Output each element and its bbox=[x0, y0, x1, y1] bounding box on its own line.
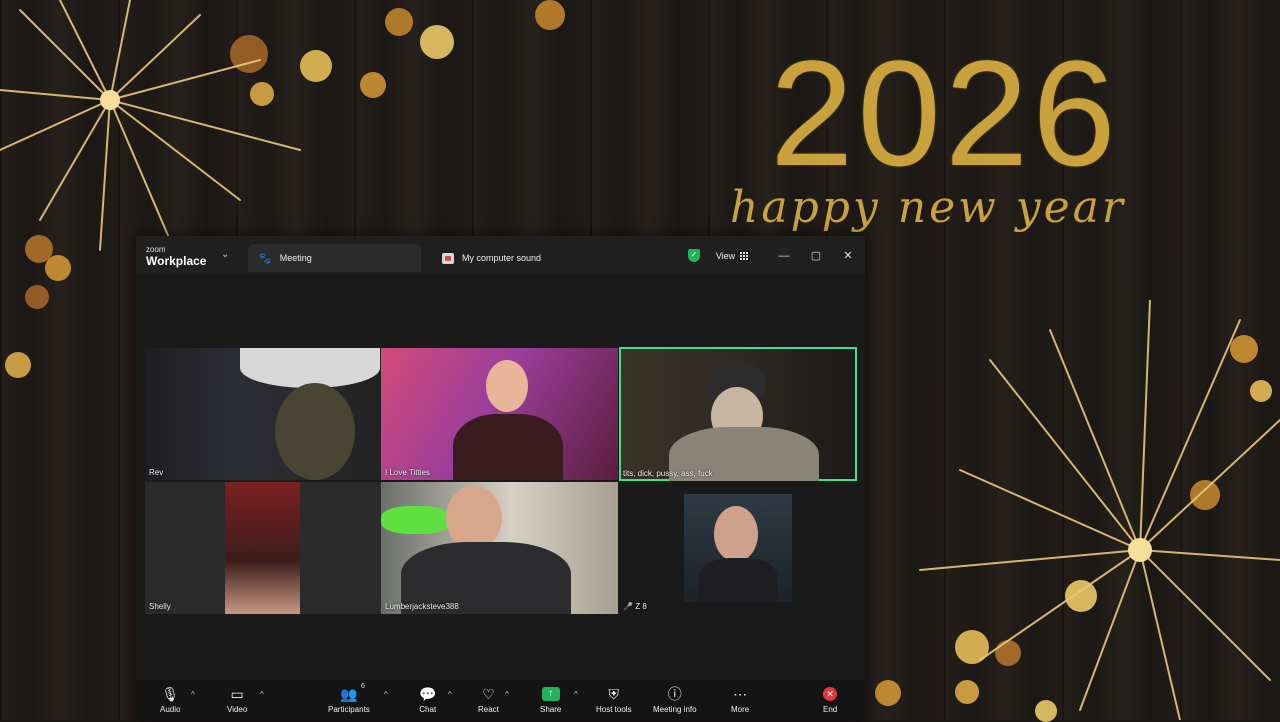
chevron-down-icon[interactable]: ⌄ bbox=[221, 249, 229, 260]
meeting-toolbar: 🎙 Audio ^ ▭ Video ^ 👥 6 Participants ^ 💬… bbox=[136, 680, 865, 720]
participant-video bbox=[381, 506, 451, 534]
participant-video bbox=[225, 482, 300, 614]
participant-name: Lumberjacksteve388 bbox=[385, 602, 459, 611]
video-label: Video bbox=[227, 705, 248, 714]
tab-computer-sound[interactable]: My computer sound bbox=[432, 244, 612, 272]
participant-video bbox=[699, 558, 777, 602]
muted-mic-icon: 🎤 bbox=[623, 602, 633, 611]
end-button[interactable]: ✕ End bbox=[823, 685, 837, 719]
shield-icon: ⛨ bbox=[608, 686, 620, 702]
share-screen-icon: ↑ bbox=[541, 687, 560, 701]
paw-icon: 🐾 bbox=[258, 252, 272, 265]
bokeh-light bbox=[360, 72, 386, 98]
firework-top-left bbox=[0, 0, 301, 251]
brand-big: Workplace bbox=[146, 254, 207, 268]
chat-options-caret[interactable]: ^ bbox=[448, 690, 452, 699]
participant-name: I Love Titties bbox=[385, 468, 430, 477]
microphone-icon: 🎙 bbox=[161, 686, 180, 702]
end-label: End bbox=[823, 705, 838, 714]
react-label: React bbox=[478, 705, 499, 714]
audio-label: Audio bbox=[160, 705, 181, 714]
participant-video bbox=[275, 383, 355, 480]
greeting-text: happy new year bbox=[730, 182, 1126, 233]
bokeh-light bbox=[5, 352, 31, 378]
close-button[interactable]: ✕ bbox=[837, 246, 859, 266]
video-tile[interactable]: Shelly bbox=[145, 482, 381, 614]
react-button[interactable]: ♡ React bbox=[478, 685, 499, 719]
react-options-caret[interactable]: ^ bbox=[505, 690, 509, 699]
security-shield-icon[interactable]: ✓ bbox=[688, 249, 700, 262]
participants-icon: 👥 bbox=[340, 686, 358, 702]
zoom-window: zoom Workplace ⌄ 🐾 Meeting My computer s… bbox=[136, 236, 865, 720]
chat-label: Chat bbox=[419, 705, 437, 714]
participant-video bbox=[240, 348, 380, 388]
year-title: 2026 bbox=[770, 29, 1120, 197]
participants-options-caret[interactable]: ^ bbox=[384, 690, 388, 699]
video-button[interactable]: ▭ Video bbox=[227, 685, 247, 719]
meeting-info-label: Meeting info bbox=[653, 705, 697, 714]
participant-video bbox=[486, 360, 528, 412]
tab-meeting[interactable]: 🐾 Meeting bbox=[248, 244, 421, 272]
camera-icon: ▭ bbox=[230, 686, 244, 702]
participant-name: Shelly bbox=[149, 602, 171, 611]
video-tile[interactable]: I Love Titties bbox=[381, 348, 618, 480]
meeting-info-button[interactable]: ⓘ Meeting info bbox=[653, 685, 697, 719]
participants-button[interactable]: 👥 6 Participants bbox=[328, 683, 370, 719]
chat-icon: 💬 bbox=[419, 686, 437, 702]
participant-video bbox=[714, 506, 758, 562]
bokeh-light bbox=[875, 680, 901, 706]
tab-meeting-label: Meeting bbox=[279, 253, 312, 263]
more-icon: ⋯ bbox=[733, 686, 748, 702]
more-label: More bbox=[731, 705, 750, 714]
video-tile[interactable]: Lumberjacksteve388 bbox=[381, 482, 618, 614]
host-tools-label: Host tools bbox=[596, 705, 632, 714]
firework-bottom-right bbox=[919, 300, 1280, 720]
participants-label: Participants bbox=[328, 705, 370, 714]
video-tile[interactable]: Rev bbox=[145, 348, 381, 480]
bokeh-light bbox=[420, 25, 454, 59]
view-label: View bbox=[715, 251, 736, 261]
participants-count: 6 bbox=[361, 683, 365, 690]
share-button[interactable]: ↑ Share bbox=[540, 685, 561, 719]
maximize-button[interactable]: ▢ bbox=[805, 246, 827, 266]
bokeh-light bbox=[535, 0, 565, 30]
title-bar: zoom Workplace ⌄ 🐾 Meeting My computer s… bbox=[136, 236, 865, 274]
host-tools-button[interactable]: ⛨ Host tools bbox=[596, 685, 632, 719]
video-tile[interactable]: 🎤 Z 8 bbox=[619, 482, 857, 614]
participant-name: Rev bbox=[149, 468, 164, 477]
tab-sound-label: My computer sound bbox=[462, 253, 542, 263]
bokeh-light bbox=[25, 285, 49, 309]
view-button[interactable]: View bbox=[707, 246, 757, 266]
participant-name: 🎤 Z 8 bbox=[623, 602, 647, 611]
share-label: Share bbox=[540, 705, 562, 714]
video-tile-active-speaker[interactable]: tits, dick, pussy, ass, fuck bbox=[619, 347, 857, 481]
heart-icon: ♡ bbox=[482, 686, 495, 702]
zoom-logo[interactable]: zoom Workplace bbox=[146, 245, 207, 268]
audio-options-caret[interactable]: ^ bbox=[191, 690, 195, 699]
chat-button[interactable]: 💬 Chat bbox=[419, 685, 436, 719]
info-icon: ⓘ bbox=[667, 686, 682, 702]
participant-video bbox=[453, 414, 563, 480]
minimize-button[interactable]: — bbox=[773, 246, 795, 266]
bokeh-light bbox=[385, 8, 413, 36]
end-call-icon: ✕ bbox=[823, 687, 838, 701]
sound-share-icon bbox=[442, 252, 454, 264]
grid-icon bbox=[740, 252, 749, 260]
share-options-caret[interactable]: ^ bbox=[574, 690, 578, 699]
participant-name: tits, dick, pussy, ass, fuck bbox=[623, 469, 713, 478]
more-button[interactable]: ⋯ More bbox=[731, 685, 749, 719]
participant-video bbox=[446, 486, 502, 550]
video-options-caret[interactable]: ^ bbox=[260, 690, 264, 699]
audio-button[interactable]: 🎙 Audio bbox=[160, 685, 180, 719]
